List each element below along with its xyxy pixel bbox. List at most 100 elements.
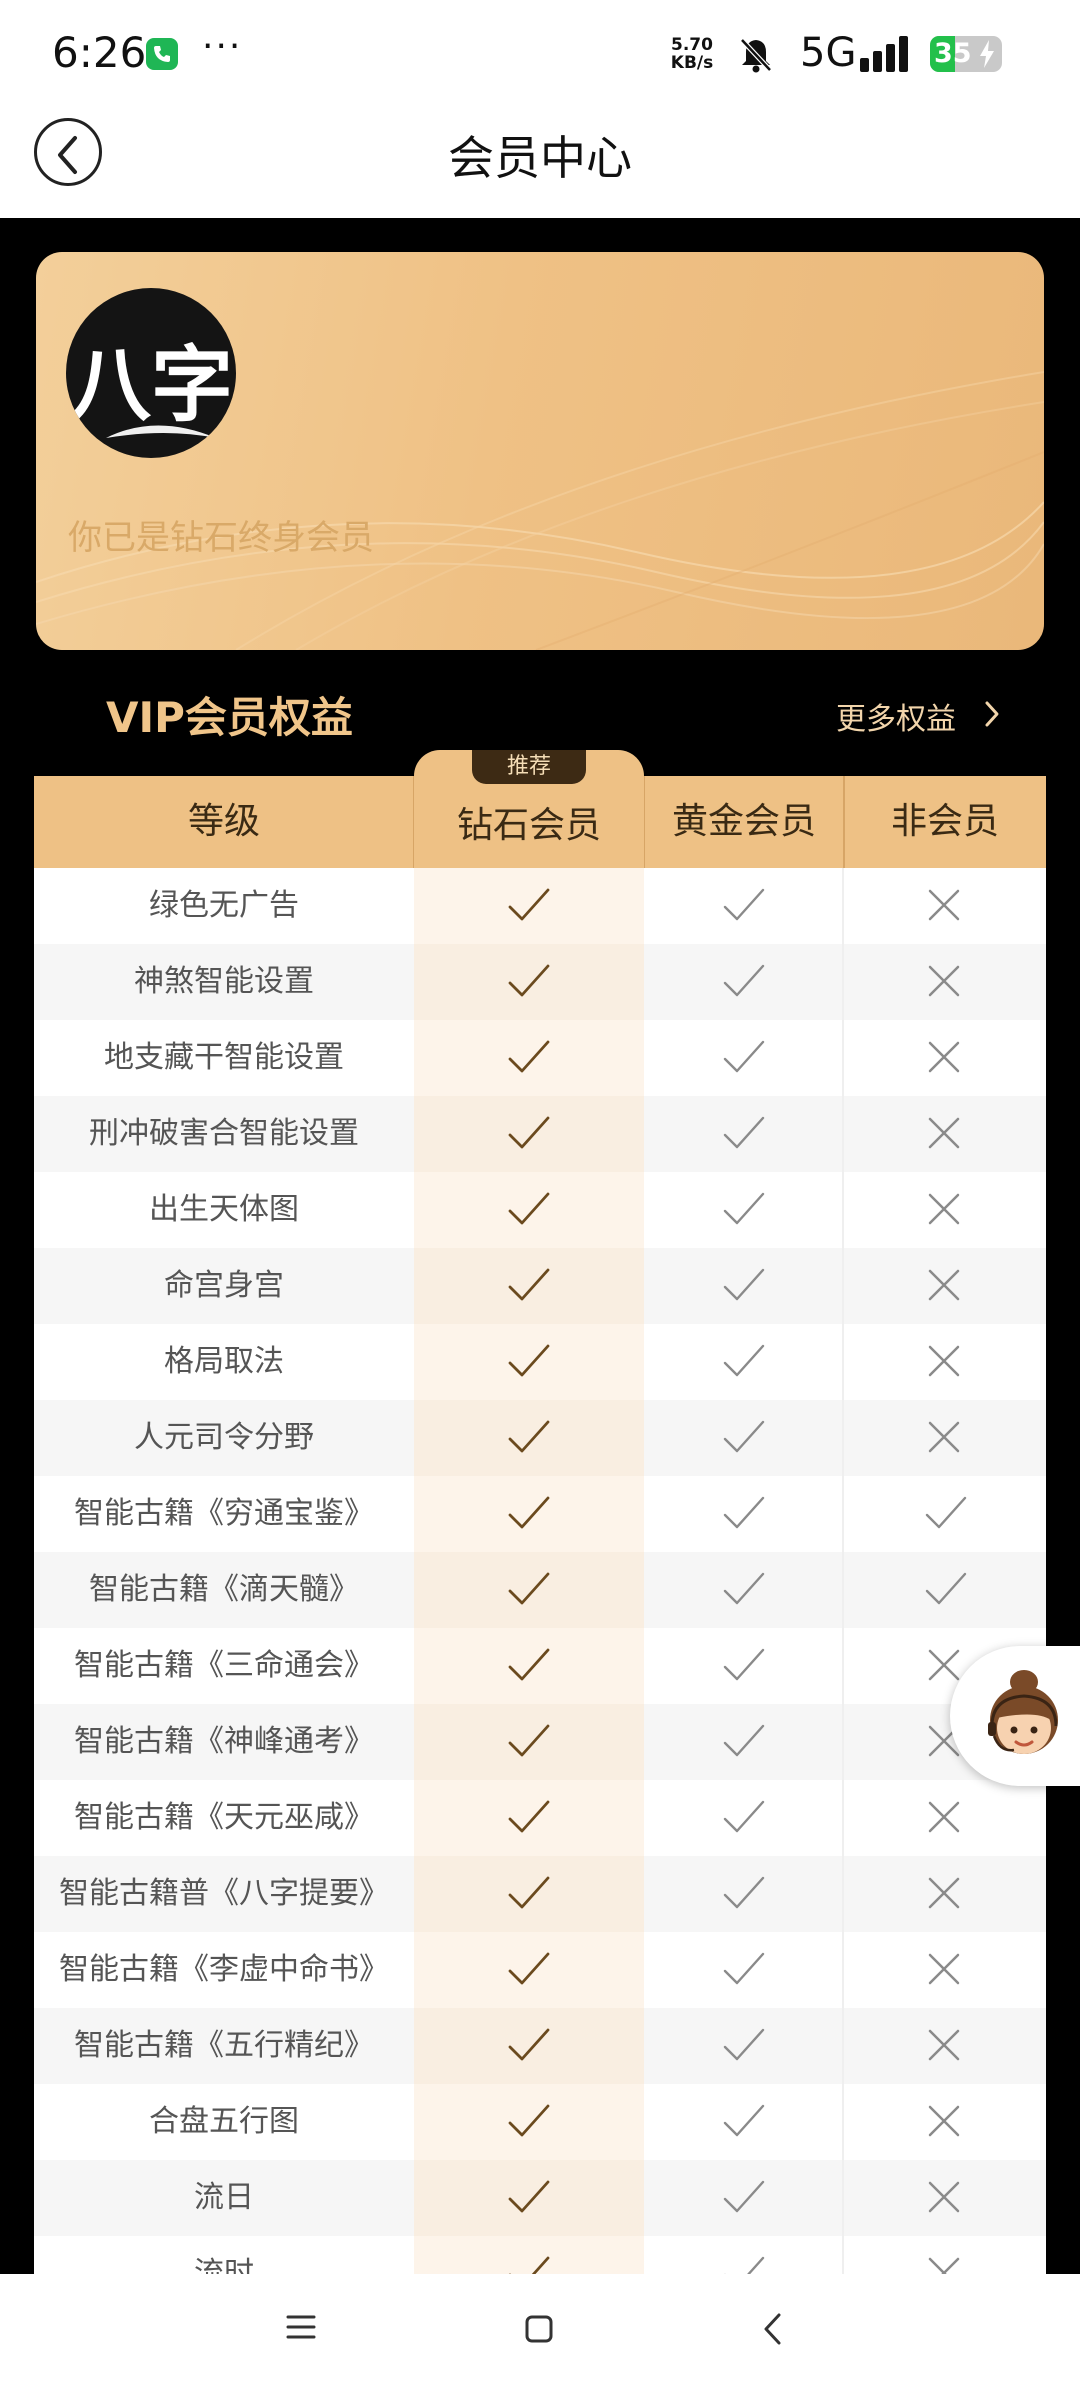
table-row: 出生天体图 <box>34 1172 1046 1248</box>
app-header: 会员中心 <box>0 100 1080 218</box>
non-member-cell <box>844 1856 1046 1932</box>
check-icon <box>722 2025 766 2069</box>
gold-cell <box>644 1096 844 1172</box>
check-icon <box>722 1037 766 1081</box>
benefit-label: 智能古籍《穷通宝鉴》 <box>74 1496 374 1531</box>
check-icon <box>924 1569 968 1613</box>
check-icon <box>722 1341 766 1385</box>
table-row: 合盘五行图 <box>34 2084 1046 2160</box>
table-row: 格局取法 <box>34 1324 1046 1400</box>
non-member-cell <box>844 1552 1046 1628</box>
gold-cell <box>644 1172 844 1248</box>
check-icon <box>507 1949 551 1993</box>
gold-cell <box>644 1400 844 1476</box>
more-notifications-indicator: ··· <box>202 26 243 67</box>
non-member-cell <box>844 1096 1046 1172</box>
diamond-cell <box>414 1400 644 1476</box>
bell-muted-icon <box>740 38 772 73</box>
check-icon <box>507 1037 551 1081</box>
diamond-cell <box>414 868 644 944</box>
non-member-cell <box>844 1476 1046 1552</box>
cross-icon <box>924 1341 964 1385</box>
check-icon <box>507 885 551 929</box>
benefit-label: 智能古籍《天元巫咸》 <box>74 1800 374 1835</box>
gold-cell <box>644 944 844 1020</box>
table-row: 命宫身宫 <box>34 1248 1046 1324</box>
table-row: 智能古籍《穷通宝鉴》 <box>34 1476 1046 1552</box>
check-icon <box>722 1493 766 1537</box>
check-icon <box>507 1265 551 1309</box>
vip-benefits-title: VIP会员权益 <box>106 693 353 742</box>
benefit-label: 智能古籍《滴天髓》 <box>89 1572 359 1607</box>
table-row: 绿色无广告 <box>34 868 1046 944</box>
table-row: 智能古籍《三命通会》 <box>34 1628 1046 1704</box>
benefit-label: 绿色无广告 <box>149 888 299 923</box>
check-icon <box>722 885 766 929</box>
avatar[interactable]: 八字 <box>66 288 236 458</box>
table-row: 智能古籍《李虚中命书》 <box>34 1932 1046 2008</box>
non-member-cell <box>844 1020 1046 1096</box>
check-icon <box>507 1721 551 1765</box>
non-member-cell <box>844 2008 1046 2084</box>
check-icon <box>507 2101 551 2145</box>
non-member-cell <box>844 1172 1046 1248</box>
non-member-cell <box>844 1780 1046 1856</box>
system-navigation-bar <box>0 2274 1080 2400</box>
check-icon <box>722 1645 766 1689</box>
check-icon <box>722 2101 766 2145</box>
diamond-cell <box>414 2008 644 2084</box>
cross-icon <box>924 1037 964 1081</box>
non-member-cell <box>844 1248 1046 1324</box>
diamond-cell <box>414 1856 644 1932</box>
check-icon <box>722 1721 766 1765</box>
check-icon <box>507 1341 551 1385</box>
check-icon <box>507 961 551 1005</box>
cross-icon <box>924 2025 964 2069</box>
diamond-cell <box>414 1476 644 1552</box>
diamond-cell <box>414 1020 644 1096</box>
benefit-label: 合盘五行图 <box>149 2104 299 2139</box>
diamond-cell <box>414 1704 644 1780</box>
check-icon <box>722 1265 766 1309</box>
gold-cell <box>644 1628 844 1704</box>
table-row: 地支藏干智能设置 <box>34 1020 1046 1096</box>
diamond-cell <box>414 1248 644 1324</box>
non-member-cell <box>844 2084 1046 2160</box>
column-header-gold: 黄金会员 <box>671 801 816 842</box>
non-member-cell <box>844 1400 1046 1476</box>
gold-cell <box>644 1248 844 1324</box>
check-icon <box>507 1873 551 1917</box>
cross-icon <box>924 885 964 929</box>
menu-icon[interactable] <box>286 2314 316 2340</box>
benefit-label: 智能古籍《李虚中命书》 <box>59 1952 389 1987</box>
chevron-right-icon[interactable] <box>984 700 1000 728</box>
gold-cell <box>644 1324 844 1400</box>
column-header-diamond: 钻石会员 <box>456 805 601 846</box>
cross-icon <box>924 961 964 1005</box>
benefit-label: 地支藏干智能设置 <box>104 1040 344 1075</box>
check-icon <box>722 1113 766 1157</box>
cross-icon <box>924 2101 964 2145</box>
home-icon[interactable] <box>524 2314 554 2344</box>
benefit-label: 命宫身宫 <box>164 1268 284 1303</box>
column-divider <box>843 776 845 868</box>
customer-service-button[interactable] <box>950 1646 1080 1786</box>
check-icon <box>722 1189 766 1233</box>
benefit-label: 神煞智能设置 <box>134 964 314 999</box>
more-benefits-link[interactable]: 更多权益 <box>836 694 956 738</box>
table-row: 智能古籍《五行精纪》 <box>34 2008 1046 2084</box>
gold-cell <box>644 1020 844 1096</box>
check-icon <box>722 2177 766 2221</box>
check-icon <box>507 2025 551 2069</box>
charging-icon <box>980 40 994 68</box>
table-row: 智能古籍《神峰通考》 <box>34 1704 1046 1780</box>
check-icon <box>507 1797 551 1841</box>
back-icon[interactable] <box>762 2312 784 2346</box>
check-icon <box>722 1949 766 1993</box>
table-row: 神煞智能设置 <box>34 944 1046 1020</box>
check-icon <box>722 961 766 1005</box>
gold-cell <box>644 1552 844 1628</box>
cross-icon <box>924 1113 964 1157</box>
benefit-label: 智能古籍《五行精纪》 <box>74 2028 374 2063</box>
cross-icon <box>924 1797 964 1841</box>
